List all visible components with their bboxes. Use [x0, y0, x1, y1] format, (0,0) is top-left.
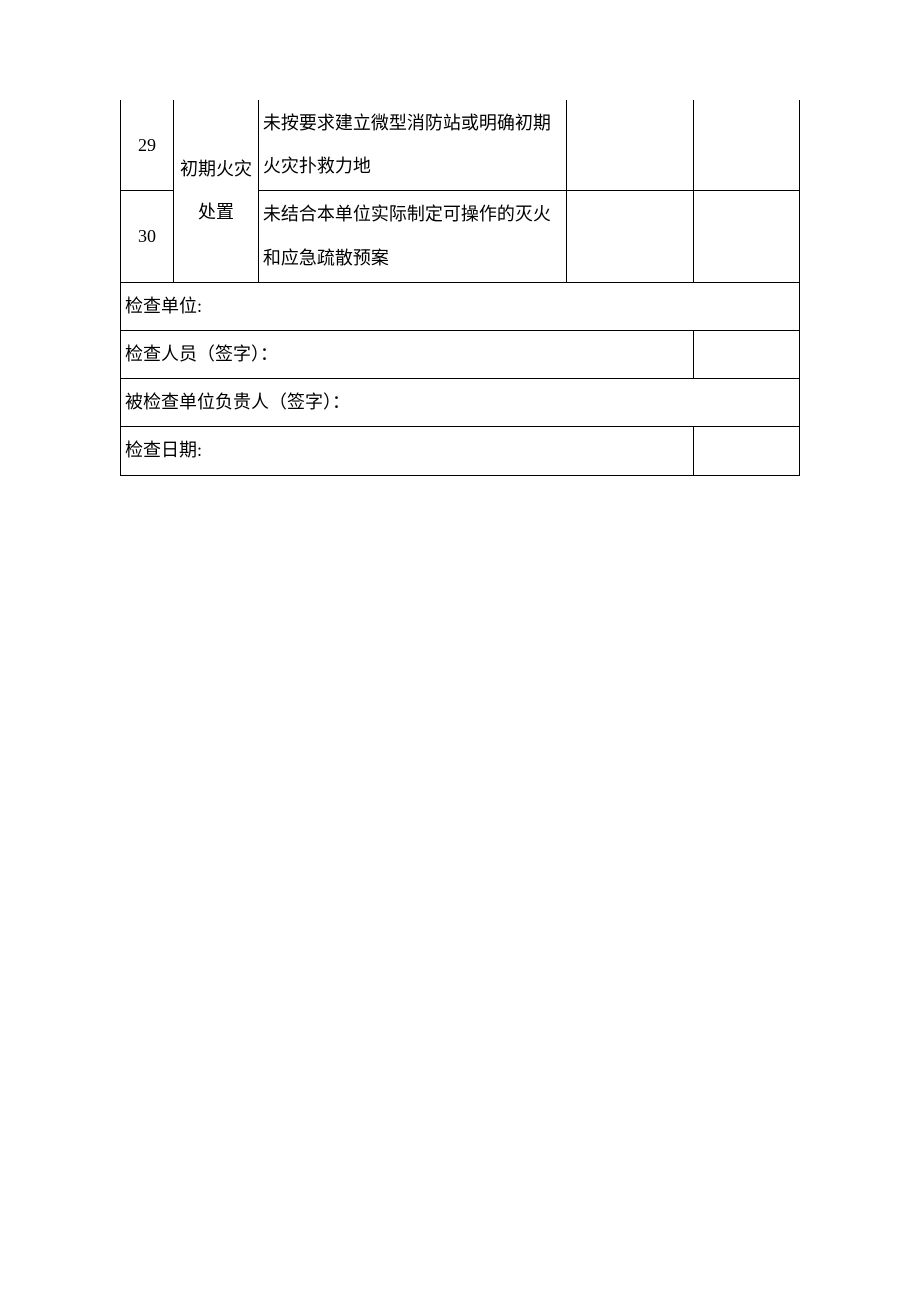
row-description: 未按要求建立微型消防站或明确初期火灾扑救力地 — [258, 100, 566, 191]
row-description: 未结合本单位实际制定可操作的灭火和应急疏散预案 — [258, 191, 566, 282]
inspection-table: 29 初期火灾处置 未按要求建立微型消防站或明确初期火灾扑救力地 30 未结合本… — [120, 100, 800, 476]
blank-cell — [566, 100, 693, 191]
table-row: 29 初期火灾处置 未按要求建立微型消防站或明确初期火灾扑救力地 — [121, 100, 800, 191]
signature-cell — [693, 330, 799, 378]
inspected-responsible-label: 被检查单位负贵人（签字）： — [121, 379, 800, 427]
category-cell: 初期火灾处置 — [174, 100, 259, 282]
inspection-date-label: 检查日期: — [121, 427, 694, 475]
row-number: 29 — [121, 100, 174, 191]
footer-row-inspected: 被检查单位负贵人（签字）： — [121, 379, 800, 427]
inspector-signature-label: 检查人员（签字）： — [121, 330, 694, 378]
inspection-unit-label: 检查单位: — [121, 282, 800, 330]
blank-cell — [693, 100, 799, 191]
document-page: 29 初期火灾处置 未按要求建立微型消防站或明确初期火灾扑救力地 30 未结合本… — [0, 0, 920, 476]
date-cell — [693, 427, 799, 475]
row-number: 30 — [121, 191, 174, 282]
footer-row-unit: 检查单位: — [121, 282, 800, 330]
blank-cell — [693, 191, 799, 282]
footer-row-date: 检查日期: — [121, 427, 800, 475]
blank-cell — [566, 191, 693, 282]
footer-row-inspector: 检查人员（签字）： — [121, 330, 800, 378]
